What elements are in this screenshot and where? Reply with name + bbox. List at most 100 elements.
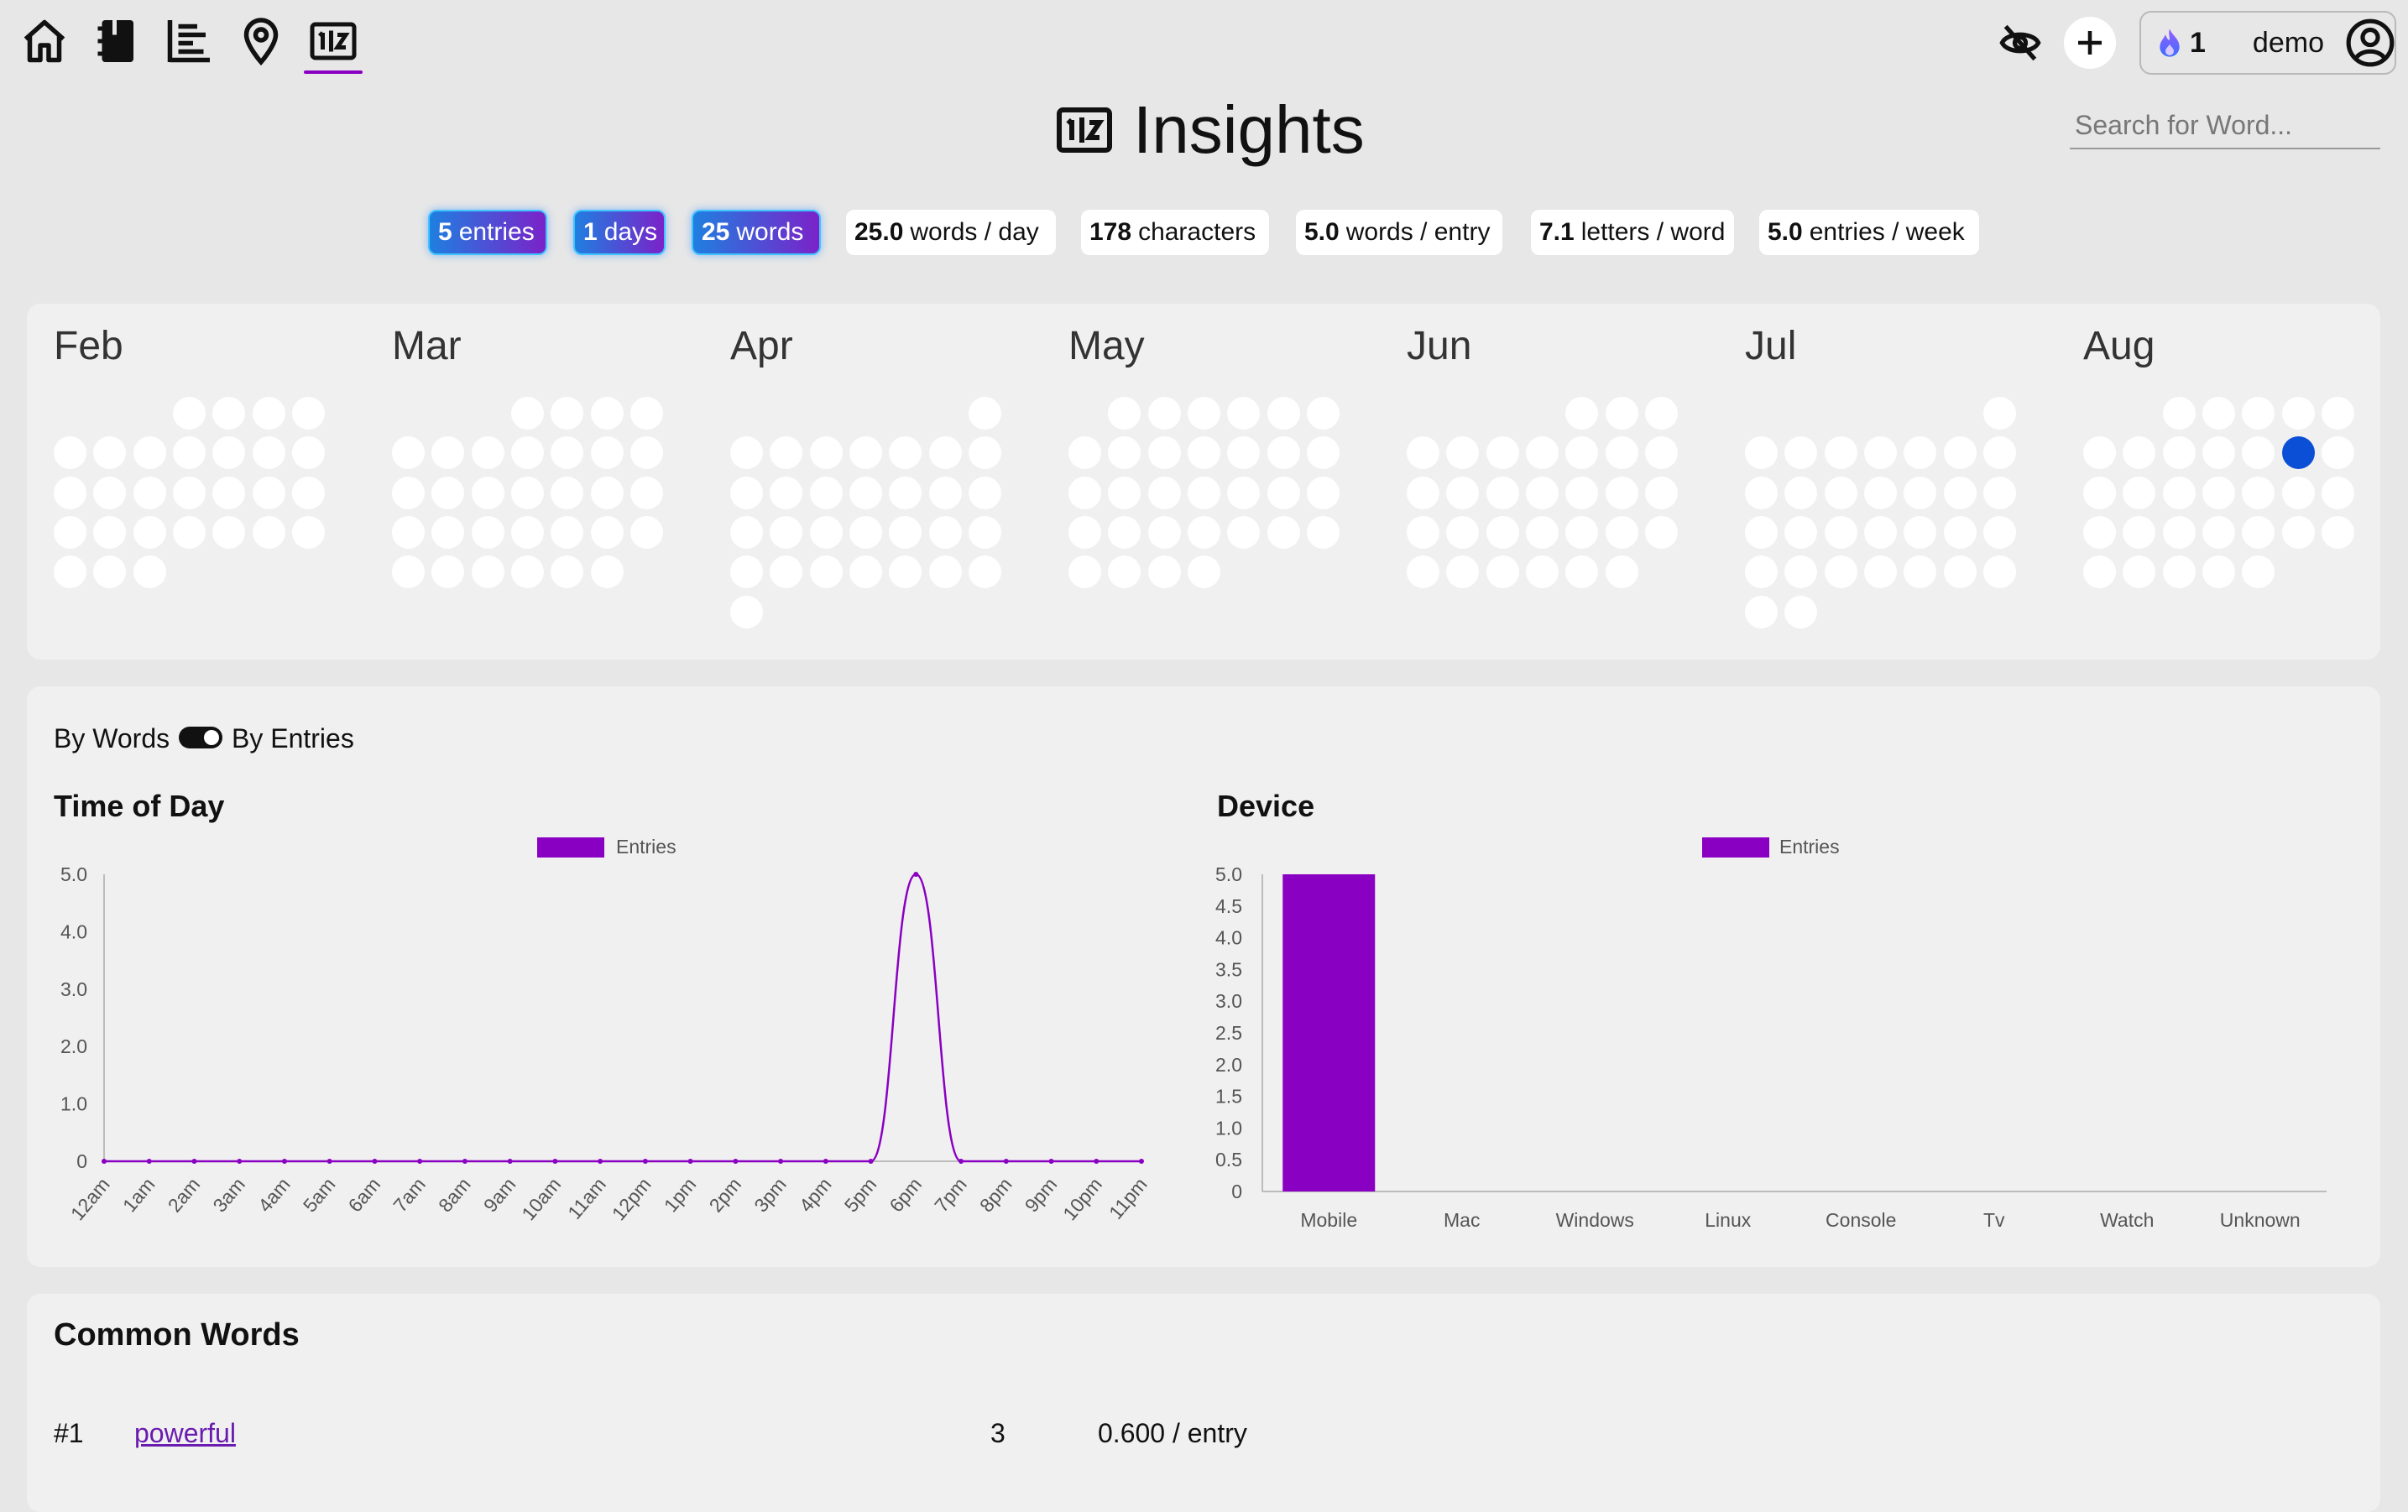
calendar-day[interactable] — [1863, 476, 1897, 509]
calendar-day[interactable] — [1306, 476, 1340, 509]
calendar-day[interactable] — [1644, 476, 1678, 509]
calendar-day[interactable] — [2123, 476, 2156, 509]
calendar-day[interactable] — [133, 436, 166, 470]
calendar-day[interactable] — [2321, 436, 2354, 470]
calendar-day[interactable] — [1068, 476, 1101, 509]
calendar-day[interactable] — [590, 515, 624, 549]
calendar-day[interactable] — [1486, 555, 1519, 589]
calendar-day[interactable] — [889, 476, 922, 509]
calendar-day[interactable] — [1227, 515, 1261, 549]
calendar-day[interactable] — [1982, 436, 2016, 470]
calendar-day[interactable] — [392, 515, 425, 549]
calendar-day[interactable] — [1187, 555, 1220, 589]
calendar-day[interactable] — [471, 555, 504, 589]
calendar-day[interactable] — [2281, 397, 2315, 430]
calendar-day[interactable] — [809, 515, 843, 549]
calendar-day[interactable] — [1407, 515, 1439, 549]
calendar-day[interactable] — [968, 436, 1001, 470]
calendar-day[interactable] — [133, 476, 166, 509]
calendar-day[interactable] — [172, 476, 206, 509]
calendar-day[interactable] — [1108, 515, 1141, 549]
calendar-day[interactable] — [2202, 397, 2235, 430]
calendar-day[interactable] — [1486, 436, 1519, 470]
calendar-day[interactable] — [2321, 515, 2354, 549]
calendar-day[interactable] — [849, 476, 882, 509]
calendar-day[interactable] — [1306, 436, 1340, 470]
calendar-day[interactable] — [730, 476, 763, 509]
calendar-day[interactable] — [291, 515, 325, 549]
calendar-day[interactable] — [551, 515, 584, 549]
calendar-day[interactable] — [2162, 397, 2196, 430]
calendar-day[interactable] — [1605, 436, 1638, 470]
calendar-day[interactable] — [1227, 476, 1261, 509]
calendar-day[interactable] — [2083, 515, 2116, 549]
calendar-day[interactable] — [1745, 476, 1778, 509]
calendar-day[interactable] — [510, 436, 544, 470]
calendar-day[interactable] — [252, 436, 285, 470]
calendar-day[interactable] — [2242, 476, 2275, 509]
calendar-day[interactable] — [431, 515, 465, 549]
calendar-day[interactable] — [629, 436, 663, 470]
calendar-day[interactable] — [1446, 476, 1480, 509]
calendar-day[interactable] — [1407, 555, 1439, 589]
calendar-day[interactable] — [1187, 397, 1220, 430]
calendar-day[interactable] — [809, 436, 843, 470]
calendar-day[interactable] — [1605, 476, 1638, 509]
calendar-day[interactable] — [551, 397, 584, 430]
calendar-day[interactable] — [1306, 515, 1340, 549]
calendar-day[interactable] — [968, 515, 1001, 549]
calendar-day[interactable] — [1147, 476, 1181, 509]
calendar-day[interactable] — [1863, 436, 1897, 470]
calendar-day[interactable] — [510, 397, 544, 430]
map-pin-icon[interactable] — [232, 12, 290, 70]
calendar-day[interactable] — [1525, 515, 1559, 549]
calendar-day[interactable] — [212, 397, 246, 430]
calendar-day[interactable] — [968, 476, 1001, 509]
calendar-day[interactable] — [730, 515, 763, 549]
calendar-day[interactable] — [291, 397, 325, 430]
calendar-day[interactable] — [1863, 515, 1897, 549]
calendar-day[interactable] — [1943, 555, 1977, 589]
calendar-day[interactable] — [2281, 436, 2315, 470]
calendar-day[interactable] — [2202, 515, 2235, 549]
calendar-day[interactable] — [2242, 397, 2275, 430]
calendar-day[interactable] — [1486, 515, 1519, 549]
calendar-day[interactable] — [212, 476, 246, 509]
calendar-day[interactable] — [629, 476, 663, 509]
add-entry-button[interactable] — [2064, 17, 2116, 69]
calendar-day[interactable] — [1147, 555, 1181, 589]
calendar-day[interactable] — [590, 397, 624, 430]
calendar-day[interactable] — [1068, 515, 1101, 549]
calendar-day[interactable] — [1267, 397, 1300, 430]
calendar-day[interactable] — [1644, 436, 1678, 470]
calendar-day[interactable] — [1147, 397, 1181, 430]
calendar-day[interactable] — [2321, 476, 2354, 509]
calendar-day[interactable] — [471, 476, 504, 509]
calendar-day[interactable] — [1605, 555, 1638, 589]
calendar-day[interactable] — [1147, 515, 1181, 549]
calendar-day[interactable] — [2083, 476, 2116, 509]
calendar-day[interactable] — [1605, 397, 1638, 430]
calendar-day[interactable] — [1745, 555, 1778, 589]
journal-icon[interactable] — [87, 12, 146, 70]
calendar-day[interactable] — [629, 397, 663, 430]
calendar-day[interactable] — [392, 476, 425, 509]
calendar-day[interactable] — [730, 595, 763, 628]
calendar-day[interactable] — [133, 515, 166, 549]
calendar-day[interactable] — [928, 515, 962, 549]
calendar-day[interactable] — [172, 436, 206, 470]
calendar-day[interactable] — [1525, 555, 1559, 589]
calendar-day[interactable] — [1227, 397, 1261, 430]
calendar-day[interactable] — [2202, 436, 2235, 470]
calendar-day[interactable] — [730, 555, 763, 589]
calendar-day[interactable] — [1943, 436, 1977, 470]
calendar-day[interactable] — [889, 515, 922, 549]
calendar-day[interactable] — [1306, 397, 1340, 430]
calendar-day[interactable] — [172, 515, 206, 549]
user-menu[interactable]: 1 demo — [2139, 11, 2396, 75]
calendar-day[interactable] — [291, 476, 325, 509]
calendar-day[interactable] — [968, 397, 1001, 430]
calendar-day[interactable] — [2202, 555, 2235, 589]
hide-eye-icon[interactable] — [1994, 17, 2046, 69]
calendar-day[interactable] — [1982, 397, 2016, 430]
